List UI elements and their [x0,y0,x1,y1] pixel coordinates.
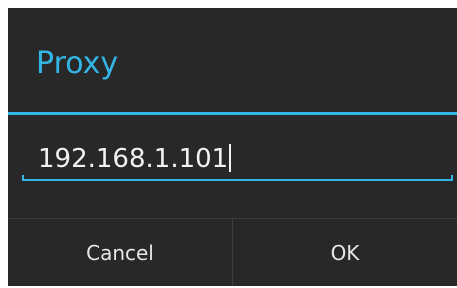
ok-button[interactable]: OK [233,219,457,286]
cancel-button[interactable]: Cancel [8,219,232,286]
input-underline-right-tick [451,175,453,181]
proxy-dialog: Proxy 192.168.1.101 Cancel OK [8,8,457,286]
text-cursor [229,144,232,172]
input-underline [22,179,453,181]
button-bar: Cancel OK [8,218,457,286]
input-underline-left-tick [22,175,24,181]
title-divider [8,112,457,115]
proxy-input-text: 192.168.1.101 [38,144,229,174]
proxy-input-value[interactable]: 192.168.1.101 [38,143,232,175]
proxy-input-field[interactable]: 192.168.1.101 [22,133,453,183]
dialog-title: Proxy [36,46,119,81]
